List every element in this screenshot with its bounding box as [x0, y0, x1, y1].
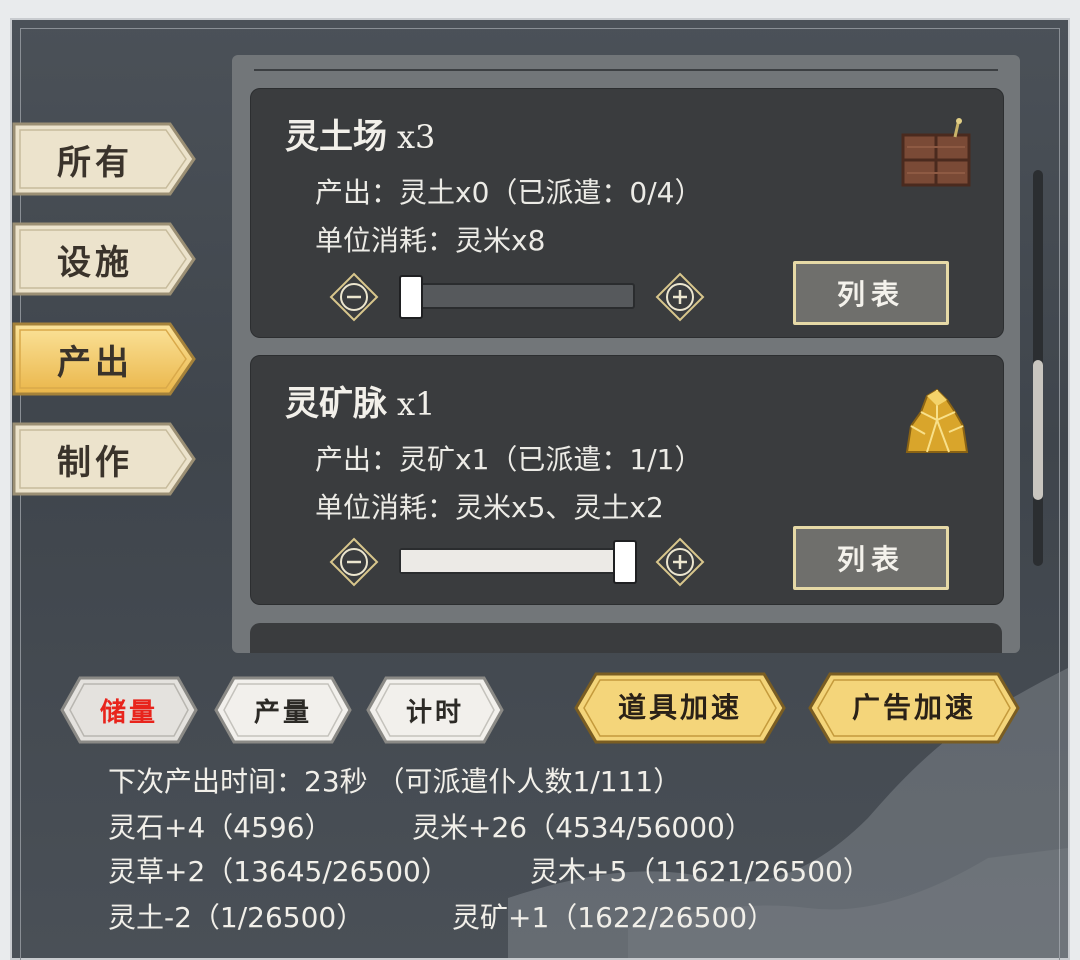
- production-button[interactable]: 产量: [212, 674, 354, 746]
- timer-button[interactable]: 计时: [364, 674, 506, 746]
- button-label: 广告加速: [851, 691, 976, 724]
- tab-label: 设施: [57, 242, 133, 283]
- card-title: 灵矿脉 x1: [285, 376, 435, 425]
- list-button[interactable]: 列表: [793, 526, 949, 590]
- ore-vein-icon: [905, 388, 969, 453]
- tab-label: 制作: [57, 442, 133, 483]
- increase-button[interactable]: [655, 537, 705, 587]
- next-card-peek: [250, 623, 1002, 653]
- button-label: 储量: [99, 697, 158, 728]
- tab-output[interactable]: 产出: [10, 320, 198, 398]
- slider-thumb[interactable]: [613, 540, 637, 584]
- dispatch-slider[interactable]: [399, 275, 635, 319]
- decrease-button[interactable]: [329, 272, 379, 322]
- production-card-ore-vein: 灵矿脉 x1 产出：灵矿x1（已派遣：1/1） 单位消耗：灵米x5、灵土x2 列表: [250, 355, 1004, 605]
- ad-speedup-button[interactable]: 广告加速: [806, 670, 1022, 744]
- resource-spirit-soil: 灵土-2（1/26500）: [108, 901, 365, 934]
- decrease-button[interactable]: [329, 537, 379, 587]
- consumption-text: 单位消耗：灵米x5、灵土x2: [315, 491, 664, 524]
- resource-spirit-herb: 灵草+2（13645/26500）: [108, 855, 449, 888]
- facility-name: 灵土场: [285, 117, 387, 157]
- soil-field-icon: [901, 118, 971, 187]
- resource-spirit-ore: 灵矿+1（1622/26500）: [452, 901, 776, 934]
- next-output-time: 下次产出时间：23秒 （可派遣仆人数1/111）: [108, 765, 682, 798]
- storage-button[interactable]: 储量: [58, 674, 200, 746]
- tab-label: 所有: [57, 142, 133, 183]
- consumption-text: 单位消耗：灵米x8: [315, 224, 546, 257]
- resource-spirit-rice: 灵米+26（4534/56000）: [412, 811, 753, 844]
- resource-spirit-stone: 灵石+4（4596）: [108, 811, 333, 844]
- list-scrollbar[interactable]: [1033, 170, 1043, 566]
- facility-count: x3: [397, 118, 436, 156]
- button-label: 产量: [253, 697, 312, 728]
- resource-spirit-wood: 灵木+5（11621/26500）: [530, 855, 871, 888]
- tab-facilities[interactable]: 设施: [10, 220, 198, 298]
- card-title: 灵土场 x3: [285, 109, 435, 158]
- dispatch-slider[interactable]: [399, 540, 637, 584]
- increase-button[interactable]: [655, 272, 705, 322]
- output-text: 产出：灵矿x1（已派遣：1/1）: [315, 443, 703, 476]
- output-text: 产出：灵土x0（已派遣：0/4）: [315, 176, 703, 209]
- facility-count: x1: [397, 385, 436, 423]
- list-button[interactable]: 列表: [793, 261, 949, 325]
- production-list[interactable]: 灵土场 x3 产出：灵土x0（已派遣：0/4） 单位消耗：灵米x8 列表 灵矿脉…: [232, 55, 1020, 653]
- slider-fill: [401, 550, 633, 572]
- button-label: 计时: [405, 697, 464, 728]
- slider-thumb[interactable]: [399, 275, 423, 319]
- facility-name: 灵矿脉: [285, 384, 387, 424]
- button-label: 道具加速: [617, 691, 742, 724]
- divider: [254, 69, 998, 71]
- item-speedup-button[interactable]: 道具加速: [572, 670, 788, 744]
- tab-label: 产出: [57, 342, 133, 383]
- scrollbar-thumb[interactable]: [1033, 360, 1043, 500]
- tab-all[interactable]: 所有: [10, 120, 198, 198]
- production-card-soil-field: 灵土场 x3 产出：灵土x0（已派遣：0/4） 单位消耗：灵米x8 列表: [250, 88, 1004, 338]
- tab-crafting[interactable]: 制作: [10, 420, 198, 498]
